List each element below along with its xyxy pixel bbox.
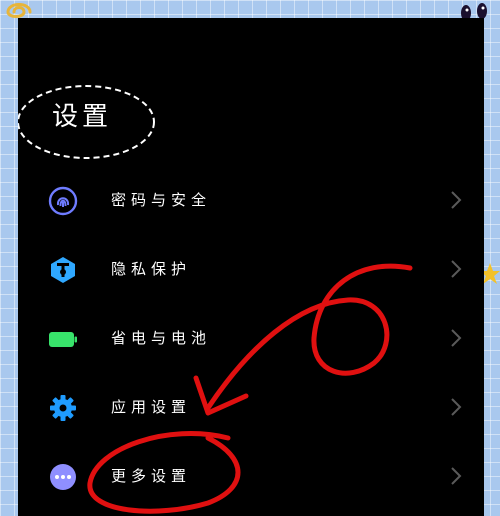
more-dots-icon: [50, 464, 76, 490]
settings-item-label: 省电与电池: [111, 329, 212, 347]
settings-list: 密码与安全 隐私保护 省电与电池 应用设置 更多设置: [18, 166, 484, 511]
chevron-right-icon: [451, 191, 462, 209]
settings-item-label: 隐私保护: [111, 260, 192, 278]
page-header: 设置: [18, 82, 158, 162]
chevron-right-icon: [451, 467, 462, 485]
settings-item-label: 应用设置: [111, 398, 192, 416]
gear-icon: [50, 395, 76, 421]
settings-item-password-security[interactable]: 密码与安全: [18, 166, 484, 235]
fingerprint-icon: [48, 186, 78, 216]
settings-item-app-settings[interactable]: 应用设置: [18, 373, 484, 442]
page-title: 设置: [52, 102, 113, 132]
settings-item-battery[interactable]: 省电与电池: [18, 304, 484, 373]
settings-item-label: 更多设置: [111, 467, 192, 485]
settings-item-label: 密码与安全: [111, 191, 212, 209]
chevron-right-icon: [451, 398, 462, 416]
shield-icon: [51, 257, 75, 283]
chevron-right-icon: [451, 260, 462, 278]
settings-item-more-settings[interactable]: 更多设置: [18, 442, 484, 511]
phone-screen: 设置 密码与安全 隐私保护 省电与电池 应用设置 更多设置: [18, 18, 484, 516]
settings-item-privacy[interactable]: 隐私保护: [18, 235, 484, 304]
chevron-right-icon: [451, 329, 462, 347]
battery-icon: [49, 332, 77, 347]
